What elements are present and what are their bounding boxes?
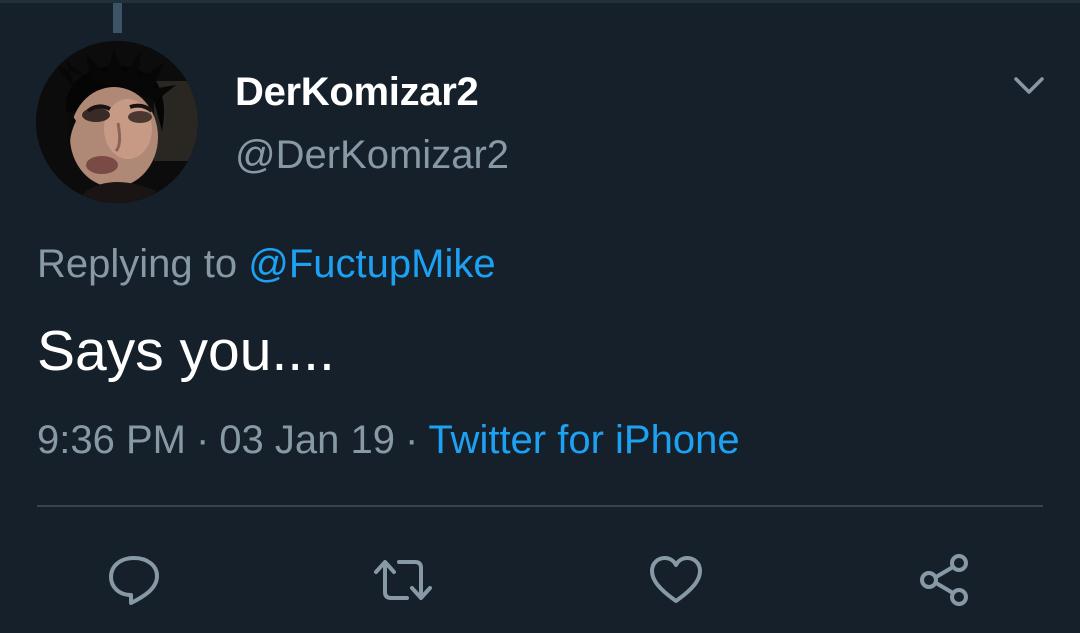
tweet-text: Says you.... xyxy=(37,319,335,383)
display-name[interactable]: DerKomizar2 xyxy=(235,70,479,115)
replying-to-line: Replying to @FuctupMike xyxy=(37,242,496,287)
replying-to-label: Replying to xyxy=(37,242,249,286)
tweet-source-link[interactable]: Twitter for iPhone xyxy=(428,418,739,462)
thread-connector-line xyxy=(113,3,122,33)
replying-to-user-link[interactable]: @FuctupMike xyxy=(248,242,495,286)
avatar-image xyxy=(36,41,198,203)
retweet-button[interactable] xyxy=(371,548,435,612)
divider xyxy=(37,505,1043,507)
like-button[interactable] xyxy=(644,548,708,612)
tweet-metadata: 9:36 PM · 03 Jan 19 · Twitter for iPhone xyxy=(37,418,740,463)
reply-button[interactable] xyxy=(102,548,166,612)
share-icon xyxy=(920,554,968,606)
chevron-down-icon[interactable] xyxy=(1007,64,1051,108)
top-border xyxy=(0,0,1080,3)
meta-separator: · xyxy=(195,418,210,462)
reply-icon xyxy=(109,556,159,605)
tweet-time[interactable]: 9:36 PM xyxy=(37,418,186,462)
tweet-date[interactable]: 03 Jan 19 xyxy=(219,418,395,462)
share-button[interactable] xyxy=(912,548,976,612)
avatar[interactable] xyxy=(36,41,198,203)
meta-separator: · xyxy=(405,418,419,462)
retweet-icon xyxy=(374,560,432,600)
user-handle[interactable]: @DerKomizar2 xyxy=(235,133,509,178)
heart-icon xyxy=(650,556,702,603)
